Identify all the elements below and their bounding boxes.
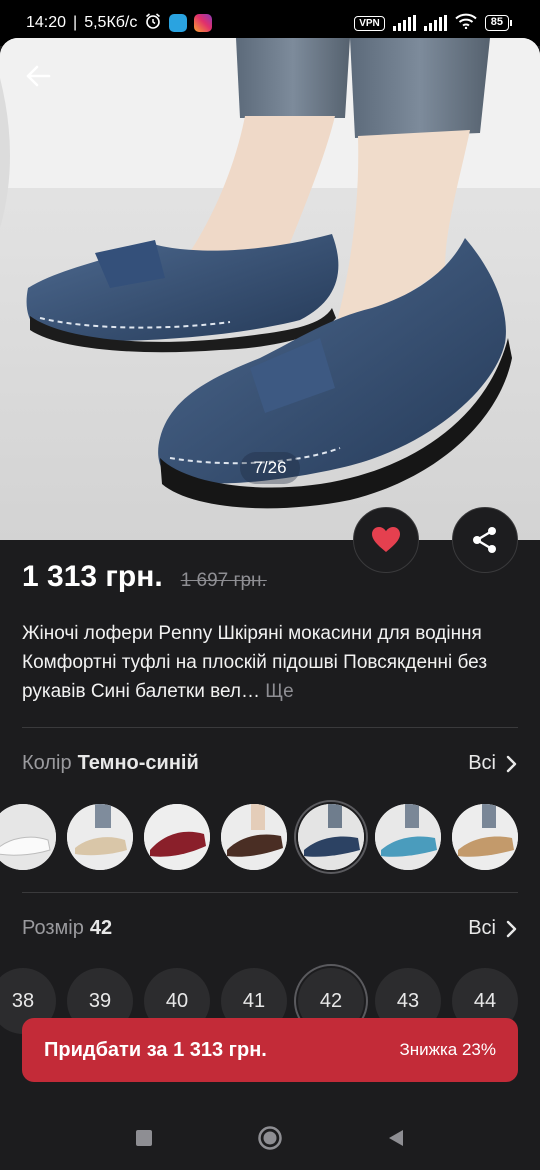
price-row: 1 313 грн. 1 697 грн. <box>22 560 267 594</box>
chevron-right-icon <box>506 920 517 937</box>
share-icon <box>473 527 496 553</box>
color-label: Колір <box>22 752 72 774</box>
size-label-group: Розмір 42 <box>22 917 112 940</box>
color-label-group: Колір Темно-синій <box>22 752 199 775</box>
buy-button[interactable]: Придбати за 1 313 грн. Знижка 23% <box>22 1018 518 1082</box>
battery-level: 85 <box>484 15 509 31</box>
swatch-navy[interactable] <box>298 804 364 870</box>
status-left: 14:20 | 5,5Кб/с <box>26 12 213 35</box>
home-button[interactable] <box>255 1123 285 1153</box>
circle-icon <box>258 1126 282 1150</box>
size-label: Розмір <box>22 917 84 939</box>
vpn-badge: VPN <box>354 15 385 31</box>
more-link[interactable]: Ще <box>265 681 293 702</box>
product-title[interactable]: Жіночі лофери Penny Шкіряні мокасини для… <box>22 619 522 706</box>
swatch-burgundy[interactable] <box>144 804 210 870</box>
share-button[interactable] <box>452 507 518 573</box>
old-price: 1 697 грн. <box>180 570 267 591</box>
current-price: 1 313 грн. <box>22 560 163 593</box>
swatch-beige[interactable] <box>67 804 133 870</box>
swatch-brown[interactable] <box>221 804 287 870</box>
signal-icon <box>392 15 416 31</box>
buy-label: Придбати за 1 313 грн. <box>44 1038 267 1061</box>
status-right: VPN 85 <box>354 13 512 34</box>
back-button[interactable] <box>20 58 56 94</box>
recents-button[interactable] <box>129 1123 159 1153</box>
color-option-row[interactable]: Колір Темно-синій Всі <box>22 752 518 775</box>
size-all-button[interactable]: Всі <box>468 917 518 940</box>
size-all-label: Всі <box>468 917 496 939</box>
battery-icon: 85 <box>484 15 512 31</box>
heart-icon <box>372 527 400 552</box>
divider <box>22 727 518 728</box>
chevron-right-icon <box>506 755 517 772</box>
image-counter: 7/26 <box>240 452 300 484</box>
swatch-tan[interactable] <box>452 804 518 870</box>
arrow-left-icon <box>26 65 51 87</box>
status-time: 14:20 <box>26 14 67 31</box>
alarm-icon <box>144 12 162 35</box>
square-icon <box>136 1130 152 1146</box>
instagram-icon <box>194 14 213 32</box>
color-value: Темно-синій <box>77 752 199 774</box>
divider <box>22 892 518 893</box>
swatch-white[interactable] <box>0 804 56 870</box>
triangle-back-icon <box>389 1130 403 1146</box>
product-image[interactable]: 7/26 <box>0 38 540 540</box>
color-all-label: Всі <box>468 752 496 774</box>
back-nav-button[interactable] <box>381 1123 411 1153</box>
wifi-icon <box>455 13 477 34</box>
status-speed: 5,5Кб/с <box>84 14 138 31</box>
size-value: 42 <box>89 917 113 939</box>
color-all-button[interactable]: Всі <box>468 752 518 775</box>
telegram-icon <box>169 14 188 32</box>
status-separator: | <box>73 14 78 31</box>
system-nav-bar <box>0 1106 540 1170</box>
discount-label: Знижка 23% <box>399 1040 496 1059</box>
color-swatches <box>0 804 540 870</box>
swatch-light-blue[interactable] <box>375 804 441 870</box>
signal-icon-2 <box>423 15 447 31</box>
product-title-text: Жіночі лофери Penny Шкіряні мокасини для… <box>22 623 488 702</box>
favorite-button[interactable] <box>353 507 419 573</box>
size-option-row[interactable]: Розмір 42 Всі <box>22 917 518 940</box>
